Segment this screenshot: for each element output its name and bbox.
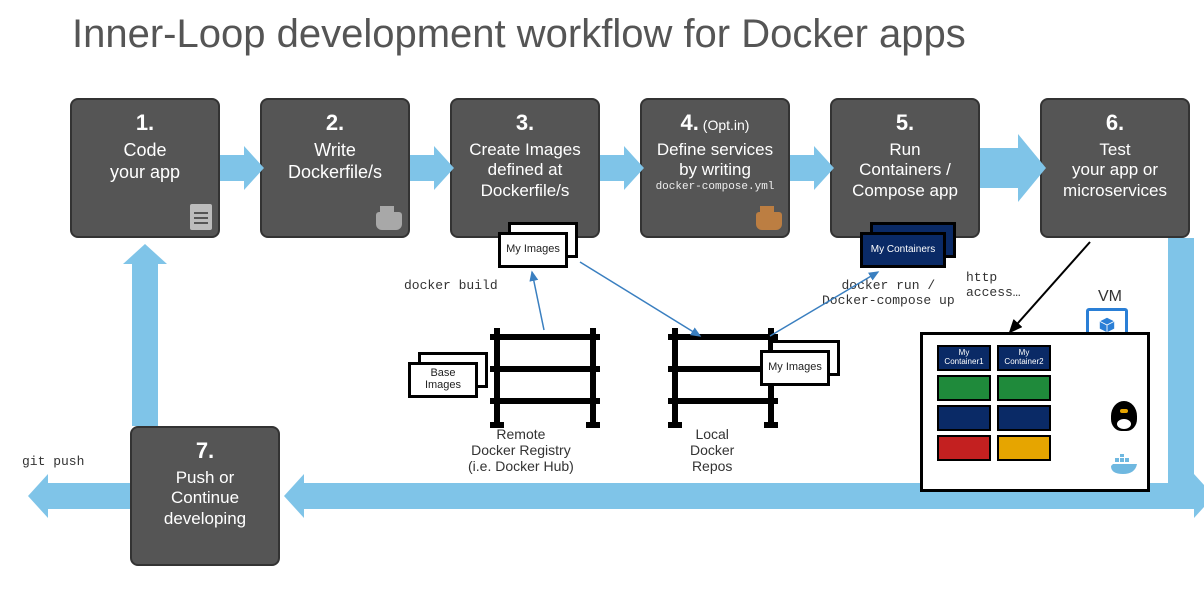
step-2-write-dockerfile: 2. Write Dockerfile/s (260, 98, 410, 238)
base-images-card-front: Base Images (408, 362, 478, 398)
arrow-loop-up-head (123, 244, 167, 264)
vm-cell-red (937, 435, 991, 461)
step-2-label: Write Dockerfile/s (270, 140, 400, 183)
arrow-5-to-6 (980, 148, 1018, 188)
arrow-git-push (48, 483, 130, 509)
arrow-1-to-2 (220, 155, 244, 181)
vm-cell-green-2 (997, 375, 1051, 401)
step-4-number: 4. (681, 110, 699, 135)
docker-build-label: docker build (404, 278, 498, 293)
arrow-2-to-3 (410, 155, 434, 181)
diagram-title: Inner-Loop development workflow for Dock… (72, 12, 966, 57)
step-4-label: Define services by writing (650, 140, 780, 181)
vm-container-1: My Container1 (937, 345, 991, 371)
arrow-4-to-5 (790, 155, 814, 181)
vm-cell-navy-2 (997, 405, 1051, 431)
step-5-run-containers: 5. Run Containers / Compose app (830, 98, 980, 238)
step-6-test-app: 6. Test your app or microservices (1040, 98, 1190, 238)
docker-whale-orange-icon (756, 212, 782, 230)
arrow-test-to-vm (1010, 242, 1090, 332)
my-containers-stack: My Containers (860, 222, 960, 270)
step-4-optional: (Opt.in) (699, 117, 750, 133)
base-images-stack: Base Images (408, 352, 492, 400)
vm-cell-navy-1 (937, 405, 991, 431)
git-push-label: git push (22, 454, 84, 469)
step-5-label: Run Containers / Compose app (840, 140, 970, 201)
remote-registry-label: Remote Docker Registry (i.e. Docker Hub) (468, 426, 574, 474)
document-icon (190, 204, 212, 230)
step-6-number: 6. (1050, 110, 1180, 136)
arrow-loop-vertical-right (1168, 238, 1194, 508)
step-1-code-app: 1. Code your app (70, 98, 220, 238)
remote-registry-shelf (490, 328, 600, 428)
local-repos-label: Local Docker Repos (690, 426, 734, 474)
step-1-label: Code your app (80, 140, 210, 183)
my-containers-card-front: My Containers (860, 232, 946, 268)
vm-box: My Container1 My Container2 (920, 332, 1150, 492)
step-7-number: 7. (140, 438, 270, 464)
step-1-number: 1. (80, 110, 210, 136)
http-access-label: http access… (966, 270, 1021, 300)
step-3-number: 3. (460, 110, 590, 136)
step-2-number: 2. (270, 110, 400, 136)
arrow-3-to-4 (600, 155, 624, 181)
step-3-create-images: 3. Create Images defined at Dockerfile/s (450, 98, 600, 238)
docker-whale-icon (376, 212, 402, 230)
step-5-number: 5. (840, 110, 970, 136)
step-4-number-row: 4. (Opt.in) (650, 110, 780, 136)
step-6-label: Test your app or microservices (1050, 140, 1180, 201)
vm-container-2: My Container2 (997, 345, 1051, 371)
vm-label: VM (1098, 288, 1122, 306)
my-images-local-card-front: My Images (760, 350, 830, 386)
step-7-push-continue: 7. Push or Continue developing (130, 426, 280, 566)
step-7-label: Push or Continue developing (140, 468, 270, 529)
step-4-code: docker-compose.yml (650, 181, 780, 193)
arrow-loop-vertical-left (132, 262, 158, 426)
my-images-stack-local: My Images (760, 340, 844, 388)
arrow-images-to-local (580, 262, 700, 336)
vm-column-2: My Container2 (997, 345, 1051, 465)
my-images-card-front: My Images (498, 232, 568, 268)
vm-column-1: My Container1 (937, 345, 991, 465)
docker-whale-blue-icon (1109, 454, 1139, 481)
my-images-stack-top: My Images (498, 222, 582, 270)
docker-run-label: docker run / Docker-compose up (822, 278, 955, 308)
step-3-label: Create Images defined at Dockerfile/s (460, 140, 590, 201)
vm-cell-gold (997, 435, 1051, 461)
arrow-registry-to-images (532, 272, 544, 330)
tux-icon (1111, 401, 1137, 431)
vm-cell-green-1 (937, 375, 991, 401)
step-4-define-services: 4. (Opt.in) Define services by writing d… (640, 98, 790, 238)
